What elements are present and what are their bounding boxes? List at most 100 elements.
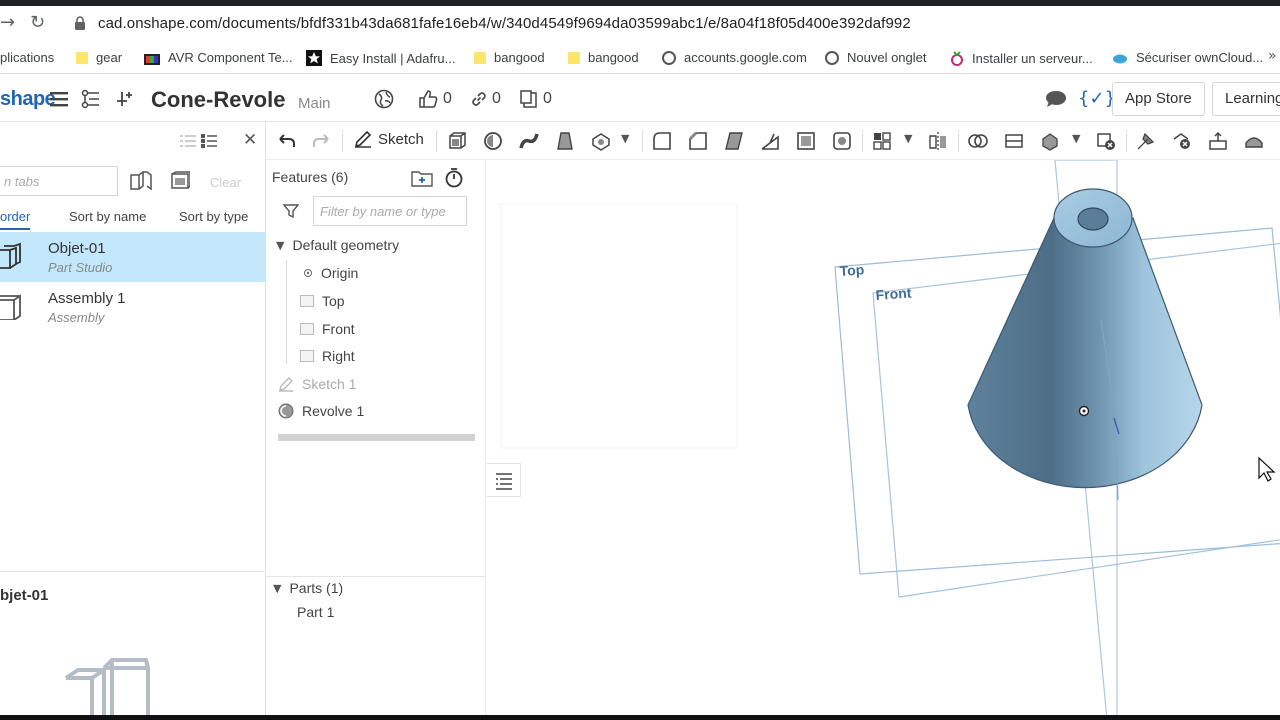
plane-icon xyxy=(300,350,314,362)
parts-divider xyxy=(266,576,486,577)
bookmark-item[interactable]: Easy Install | Adafru... xyxy=(306,50,456,66)
learning-center-button[interactable]: Learning xyxy=(1212,82,1280,116)
globe-icon xyxy=(662,50,676,65)
clear-button[interactable]: Clear xyxy=(210,175,241,190)
offset-surface-icon[interactable] xyxy=(1244,131,1264,151)
featurescript-icon[interactable]: {✓} xyxy=(1078,88,1116,109)
app-store-button[interactable]: App Store xyxy=(1112,82,1205,116)
feature-filter-input[interactable]: Filter by name or type xyxy=(313,196,467,226)
links-button[interactable]: 0 xyxy=(471,90,501,108)
move-face-icon[interactable] xyxy=(1136,131,1156,151)
bookmark-item[interactable]: Nouvel onglet xyxy=(825,50,927,65)
replace-face-icon[interactable] xyxy=(1208,131,1228,151)
hole-icon[interactable] xyxy=(832,131,852,151)
more-bookmarks-icon[interactable]: » xyxy=(1268,48,1277,64)
shell-icon[interactable] xyxy=(796,131,816,151)
feature-revolve-1[interactable]: Revolve 1 xyxy=(278,403,364,419)
revolve-icon[interactable] xyxy=(483,131,503,151)
toolbar-separator xyxy=(642,130,643,152)
loft-icon[interactable] xyxy=(555,131,575,151)
bookmark-item[interactable]: plications xyxy=(0,50,54,65)
chevron-down-icon[interactable]: ▼ xyxy=(621,132,629,145)
mirror-icon[interactable] xyxy=(928,131,948,151)
insert-document-icon[interactable] xyxy=(130,171,152,191)
redo-icon[interactable] xyxy=(312,131,332,151)
insert-tab-icon[interactable] xyxy=(170,171,190,191)
bookmark-item[interactable]: Installer un serveur... xyxy=(950,50,1093,66)
parts-folder[interactable]: ▼ Parts (1) xyxy=(273,580,343,596)
delete-part-icon[interactable] xyxy=(1096,131,1116,151)
bookmarks-bar: plications gear AVR Component Te... Easy… xyxy=(0,42,1280,74)
default-geometry-folder[interactable]: ▼ Default geometry xyxy=(276,237,399,253)
document-title[interactable]: Cone-Revole xyxy=(151,87,285,113)
copies-button[interactable]: 0 xyxy=(520,90,552,108)
list-view-icon[interactable] xyxy=(180,134,196,148)
boolean-icon[interactable] xyxy=(968,131,988,151)
branch-label[interactable]: Main xyxy=(298,95,331,112)
chamfer-icon[interactable] xyxy=(688,131,708,151)
address-bar: → ↻ cad.onshape.com/documents/bfdf331b43… xyxy=(0,6,1280,42)
add-folder-icon[interactable] xyxy=(411,169,433,187)
menu-icon[interactable] xyxy=(50,91,68,107)
detail-view-icon[interactable] xyxy=(201,134,217,148)
version-graph-icon[interactable] xyxy=(81,89,101,109)
bookmark-item[interactable]: bangood xyxy=(474,50,545,65)
rib-icon[interactable] xyxy=(760,131,780,151)
undo-icon[interactable] xyxy=(276,131,296,151)
sort-by-order[interactable]: order xyxy=(0,209,30,224)
plane-label-top[interactable]: Top xyxy=(839,261,865,279)
transform-icon[interactable] xyxy=(1040,131,1060,151)
feature-plane-top[interactable]: Top xyxy=(300,293,345,309)
url-text[interactable]: cad.onshape.com/documents/bfdf331b43da68… xyxy=(98,15,911,32)
sort-by-type[interactable]: Sort by type xyxy=(179,209,248,224)
tab-type: Part Studio xyxy=(48,260,113,275)
plane-label-front[interactable]: Front xyxy=(875,285,912,303)
reload-icon[interactable]: ↻ xyxy=(30,12,45,33)
draft-icon[interactable] xyxy=(724,131,744,151)
tab-item-part-studio[interactable]: Objet-01 Part Studio xyxy=(0,232,266,282)
lock-icon[interactable] xyxy=(74,16,86,30)
site-icon xyxy=(144,53,160,65)
viewport-canvas[interactable]: Top Front xyxy=(487,160,1280,720)
insert-icon[interactable] xyxy=(114,89,134,109)
bookmark-item[interactable]: Sécuriser ownCloud... xyxy=(1112,50,1263,65)
feature-origin[interactable]: Origin xyxy=(303,265,358,281)
cloud-icon xyxy=(1113,54,1127,63)
chevron-down-icon[interactable]: ▼ xyxy=(1072,132,1080,145)
close-panel-icon[interactable]: ✕ xyxy=(243,130,257,150)
sweep-icon[interactable] xyxy=(519,131,539,151)
chevron-down-icon[interactable]: ▼ xyxy=(904,132,912,145)
search-tabs-input[interactable]: n tabs xyxy=(0,166,118,196)
cone-top-hole[interactable] xyxy=(1077,207,1109,231)
onshape-logo[interactable]: shape xyxy=(0,88,56,111)
sketch-button[interactable]: Sketch xyxy=(354,130,424,148)
part-item[interactable]: Part 1 xyxy=(297,604,334,620)
like-button[interactable]: 0 xyxy=(418,90,452,108)
rollback-bar[interactable] xyxy=(278,434,475,441)
extrude-icon[interactable] xyxy=(447,131,467,151)
graphics-viewport[interactable]: Top Front xyxy=(487,160,1280,720)
bookmark-item[interactable]: gear xyxy=(76,50,122,65)
feature-plane-front[interactable]: Front xyxy=(300,321,355,337)
toggle-feature-list-button[interactable] xyxy=(487,463,521,497)
forward-icon[interactable]: → xyxy=(0,12,15,33)
rollback-timer-icon[interactable] xyxy=(444,168,464,188)
thicken-icon[interactable] xyxy=(591,131,611,151)
split-icon[interactable] xyxy=(1004,131,1024,151)
origin-dot xyxy=(1082,409,1086,413)
feature-sketch-1[interactable]: Sketch 1 xyxy=(278,376,356,392)
globe-icon[interactable] xyxy=(374,89,394,109)
bookmark-item[interactable]: accounts.google.com xyxy=(662,50,807,65)
comments-icon[interactable] xyxy=(1045,90,1067,108)
cone-body[interactable] xyxy=(967,217,1203,489)
filter-icon[interactable] xyxy=(283,203,299,219)
bookmark-item[interactable]: bangood xyxy=(568,50,639,65)
pattern-icon[interactable] xyxy=(872,131,892,151)
fillet-icon[interactable] xyxy=(652,131,672,151)
tab-item-assembly[interactable]: Assembly 1 Assembly xyxy=(0,282,266,332)
delete-face-icon[interactable] xyxy=(1172,131,1192,151)
feature-plane-right[interactable]: Right xyxy=(300,348,355,364)
sort-by-name[interactable]: Sort by name xyxy=(69,209,146,224)
bookmark-item[interactable]: AVR Component Te... xyxy=(144,50,293,65)
star-icon xyxy=(306,50,322,66)
